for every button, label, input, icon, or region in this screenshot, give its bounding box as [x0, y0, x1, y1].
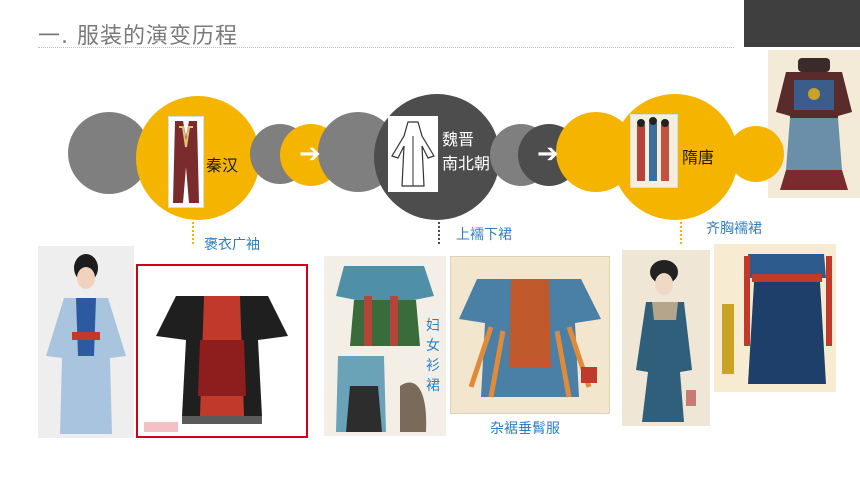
connector-weijin	[438, 222, 440, 244]
caption-vertical: 妇 女 衫 裙	[426, 316, 442, 396]
connector-suitang	[680, 222, 682, 244]
zagui-robe-image	[450, 256, 610, 414]
era-label-weijin-line2: 南北朝	[442, 154, 491, 173]
arrow-right-icon: ➔	[537, 139, 559, 169]
qixiong-ruqun-image	[714, 244, 836, 392]
caption-suitang: 齐胸襦裙	[706, 221, 762, 237]
armor-image	[768, 50, 860, 198]
qinhan-robe-thumbnail	[168, 116, 204, 208]
suitang-painting-thumbnail	[630, 114, 678, 188]
caption-vertical-char-2: 女	[426, 338, 440, 354]
caption-vertical-char-3: 衫	[426, 358, 440, 374]
era-label-qinhan: 秦汉	[206, 156, 239, 175]
tang-lady-painting	[622, 250, 710, 426]
title-divider	[38, 47, 734, 48]
connector-qinhan	[192, 222, 194, 244]
hanfu-model-photo	[38, 246, 134, 438]
page-title: 一. 服装的演变历程	[38, 24, 238, 49]
caption-qinhan: 褒衣广袖	[204, 237, 260, 253]
weijin-robe-thumbnail	[388, 116, 438, 192]
caption-vertical-char-1: 妇	[426, 318, 440, 334]
caption-weijin: 上襦下裙	[456, 227, 512, 243]
header-accent-block	[744, 0, 860, 47]
caption-vertical-char-4: 裙	[426, 378, 440, 394]
era-label-suitang: 隋唐	[682, 148, 715, 167]
arrow-right-icon: ➔	[299, 139, 321, 169]
era-label-weijin: 魏晋 南北朝	[442, 128, 490, 176]
deco-circle-yellow-2	[728, 126, 784, 182]
hanfu-diagram-image	[136, 264, 308, 438]
caption-zagui: 杂裾垂髾服	[490, 421, 560, 437]
era-label-weijin-line1: 魏晋	[442, 130, 475, 149]
